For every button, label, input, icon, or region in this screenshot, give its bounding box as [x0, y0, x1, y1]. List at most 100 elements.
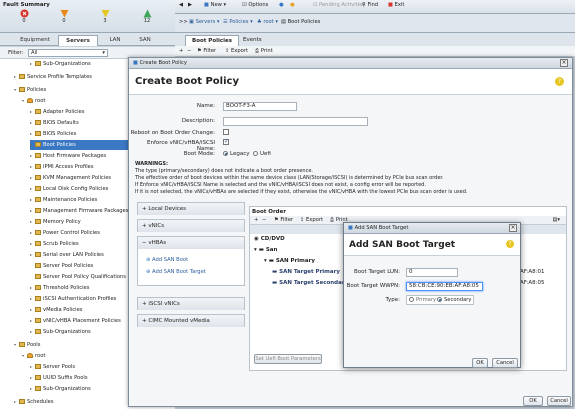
fault-warning[interactable]: 12: [137, 9, 157, 24]
description-field[interactable]: [223, 117, 368, 126]
san-ok-button[interactable]: OK: [472, 358, 488, 368]
tab-events[interactable]: Events: [237, 35, 268, 46]
tab-lan[interactable]: LAN: [102, 35, 128, 46]
disk-icon: ▬: [258, 247, 264, 253]
table-row[interactable]: ▬ SAN Target Secondary: [272, 280, 348, 286]
tab-boot-policies[interactable]: Boot Policies: [185, 35, 240, 46]
remove-icon[interactable]: −: [262, 217, 266, 223]
crumb-back-icon[interactable]: >>: [179, 19, 188, 25]
radio-primary[interactable]: [409, 297, 414, 302]
cancel-button[interactable]: Cancel: [547, 396, 571, 406]
close-icon[interactable]: ×: [560, 59, 568, 67]
folder-icon: [35, 241, 41, 246]
crumb-root[interactable]: ♣ root ▾: [257, 19, 278, 25]
radio-uefi[interactable]: [253, 151, 258, 156]
set-uefi-button[interactable]: Set Uefi Boot Parameters: [254, 354, 322, 364]
vhbas-label: vHBAs: [148, 240, 167, 246]
critical-icon: [20, 9, 28, 18]
table-row[interactable]: ◉ CD/DVD: [254, 236, 285, 242]
dialog-window-title: ■ Create Boot Policy: [133, 60, 187, 66]
filter-select[interactable]: All ▾: [28, 49, 108, 57]
servers-icon: ▣: [189, 19, 194, 25]
folder-icon: [35, 307, 41, 312]
bootmode-legacy[interactable]: Legacy: [223, 151, 250, 157]
table-row[interactable]: ▬ SAN Target Primary: [272, 269, 340, 275]
folder-icon: [35, 296, 41, 301]
radio-legacy[interactable]: [223, 151, 228, 156]
fault-minor[interactable]: 3: [95, 9, 115, 24]
export-button[interactable]: ⇪ Export: [225, 48, 248, 54]
back-icon[interactable]: ◀: [179, 2, 183, 8]
ok-button[interactable]: OK: [523, 396, 543, 406]
tree-item-label: Sub-Organizations: [43, 329, 91, 335]
lun-field[interactable]: 0: [406, 268, 458, 277]
crumb-policies[interactable]: ☰ Policies ▾: [223, 19, 253, 25]
reboot-checkbox[interactable]: [223, 129, 229, 135]
vnics-panel[interactable]: + vNICs: [137, 219, 245, 232]
print-icon: ⎙: [330, 217, 335, 223]
add-san-boot-link[interactable]: ⊕ Add SAN Boot: [146, 257, 188, 263]
wwpn-field[interactable]: 58:CB:CE:90:EB:AF:A8:05: [406, 282, 483, 291]
forward-icon[interactable]: ▶: [188, 2, 192, 8]
tree-item-label: Serial over LAN Policies: [43, 252, 104, 258]
org-icon: [27, 353, 33, 358]
tab-equipment[interactable]: Equipment: [16, 35, 54, 46]
fault-major[interactable]: 0: [54, 9, 74, 24]
add-icon[interactable]: +: [254, 217, 258, 223]
fault-critical[interactable]: 0: [14, 9, 34, 24]
boot-order-title: Boot Order: [252, 209, 287, 215]
exit-button[interactable]: ■ Exit: [388, 2, 404, 8]
info-icon[interactable]: ●: [290, 2, 295, 8]
tree-item-label: BIOS Policies: [43, 131, 77, 137]
tab-servers[interactable]: Servers: [58, 35, 98, 46]
folder-icon: [35, 329, 41, 334]
fault-summary-title: Fault Summary: [3, 2, 50, 8]
filter-button[interactable]: ⚑ Filter: [197, 48, 216, 54]
column-chooser-icon[interactable]: ▤▾: [552, 217, 560, 223]
help-icon[interactable]: ?: [506, 240, 514, 248]
options-label: Options: [248, 2, 269, 8]
bo-filter-button[interactable]: ⚑ Filter: [274, 217, 293, 223]
table-row[interactable]: ▾ ▬ SAN Primary: [264, 258, 315, 264]
help-icon[interactable]: ?: [555, 77, 564, 86]
print-button[interactable]: ⎙ Print: [255, 48, 273, 55]
tree-item-label: Management Firmware Packages: [43, 208, 129, 214]
folder-icon: [35, 318, 41, 323]
tree-item-label: Adapter Policies: [43, 109, 85, 115]
close-icon[interactable]: ×: [509, 224, 517, 232]
remove-icon[interactable]: −: [187, 48, 191, 54]
folder-icon: [35, 375, 41, 380]
vnics-label: vNICs: [148, 223, 165, 229]
dialog-titlebar: ■ Create Boot Policy ×: [129, 58, 572, 69]
add-san-boot-target-link[interactable]: ⊕ Add SAN Boot Target: [146, 269, 206, 275]
folder-icon: [35, 120, 41, 125]
radio-secondary[interactable]: [437, 297, 442, 302]
find-button[interactable]: ⚲ Find: [362, 2, 378, 8]
pending-activities-button[interactable]: ⊡ Pending Activities: [313, 2, 365, 8]
san-dialog-titlebar: ■ Add SAN Boot Target ×: [344, 223, 520, 234]
warning-line: If Enforce vNIC/vHBA/iSCSI Name is selec…: [135, 182, 426, 188]
tab-san[interactable]: SAN: [132, 35, 158, 46]
add-icon[interactable]: +: [179, 48, 183, 54]
san-cancel-button[interactable]: Cancel: [492, 358, 518, 368]
warning-icon: [143, 9, 151, 18]
enforce-checkbox[interactable]: ✓: [223, 139, 229, 145]
crumb-servers[interactable]: ▣ Servers ▾: [189, 19, 220, 25]
folder-icon: [35, 164, 41, 169]
type-primary[interactable]: Primary: [409, 297, 436, 303]
type-secondary[interactable]: Secondary: [437, 297, 471, 303]
vhbas-panel[interactable]: − vHBAs ⊕ Add SAN Boot ⊕ Add SAN Boot Ta…: [137, 236, 245, 286]
table-row[interactable]: ▾ ▬ San: [254, 247, 277, 253]
description-label: Description:: [181, 118, 215, 124]
cimc-vmedia-panel[interactable]: + CIMC Mounted vMedia: [137, 314, 245, 327]
folder-icon: [35, 386, 41, 391]
bo-export-button[interactable]: ⇪ Export: [300, 217, 323, 223]
options-button[interactable]: ☑ Options: [242, 2, 268, 8]
name-field[interactable]: BOOT-F3-A: [223, 102, 297, 111]
local-devices-panel[interactable]: + Local Devices: [137, 202, 245, 215]
new-button[interactable]: ■ New ▾: [204, 2, 226, 8]
iscsi-vnics-panel[interactable]: + iSCSI vNICs: [137, 297, 245, 310]
bootmode-uefi[interactable]: Uefi: [253, 151, 271, 157]
help-icon[interactable]: ●: [279, 2, 284, 8]
warning-line: If it is not selected, the vNICs/vHBAs a…: [135, 189, 468, 195]
